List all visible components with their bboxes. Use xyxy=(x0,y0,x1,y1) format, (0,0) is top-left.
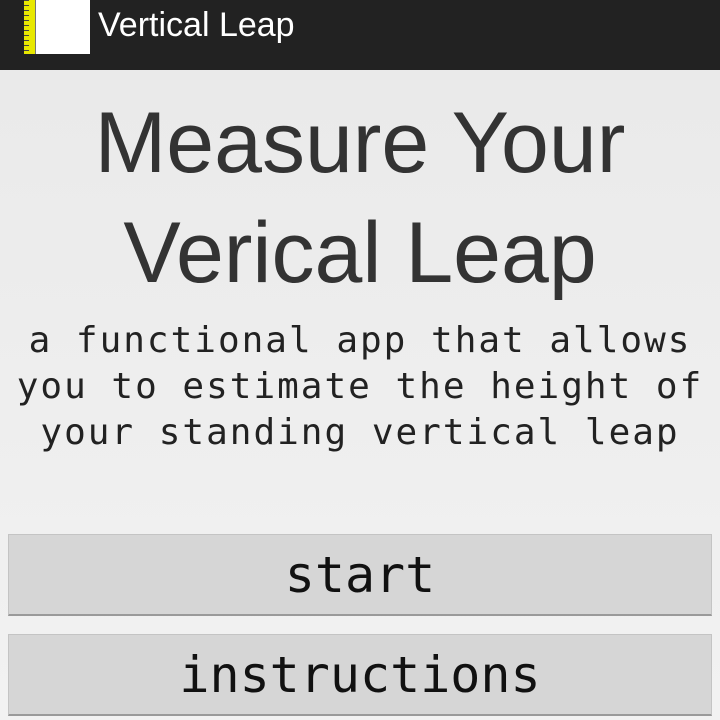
instructions-button[interactable]: instructions xyxy=(8,634,712,716)
app-description: a functional app that allows you to esti… xyxy=(0,318,720,456)
headline-line-2: Verical Leap xyxy=(123,205,597,301)
page-headline: Measure Your Verical Leap xyxy=(0,88,720,308)
description-line-3: your standing vertical leap xyxy=(40,412,680,453)
ruler-app-icon xyxy=(24,0,90,54)
start-button[interactable]: start xyxy=(8,534,712,616)
app-title: Vertical Leap xyxy=(98,6,295,44)
headline-line-1: Measure Your xyxy=(94,95,626,191)
description-line-2: you to estimate the height of xyxy=(16,366,704,407)
action-bar: Vertical Leap xyxy=(0,0,720,70)
ruler-icon xyxy=(24,0,36,54)
description-line-1: a functional app that allows xyxy=(28,320,692,361)
